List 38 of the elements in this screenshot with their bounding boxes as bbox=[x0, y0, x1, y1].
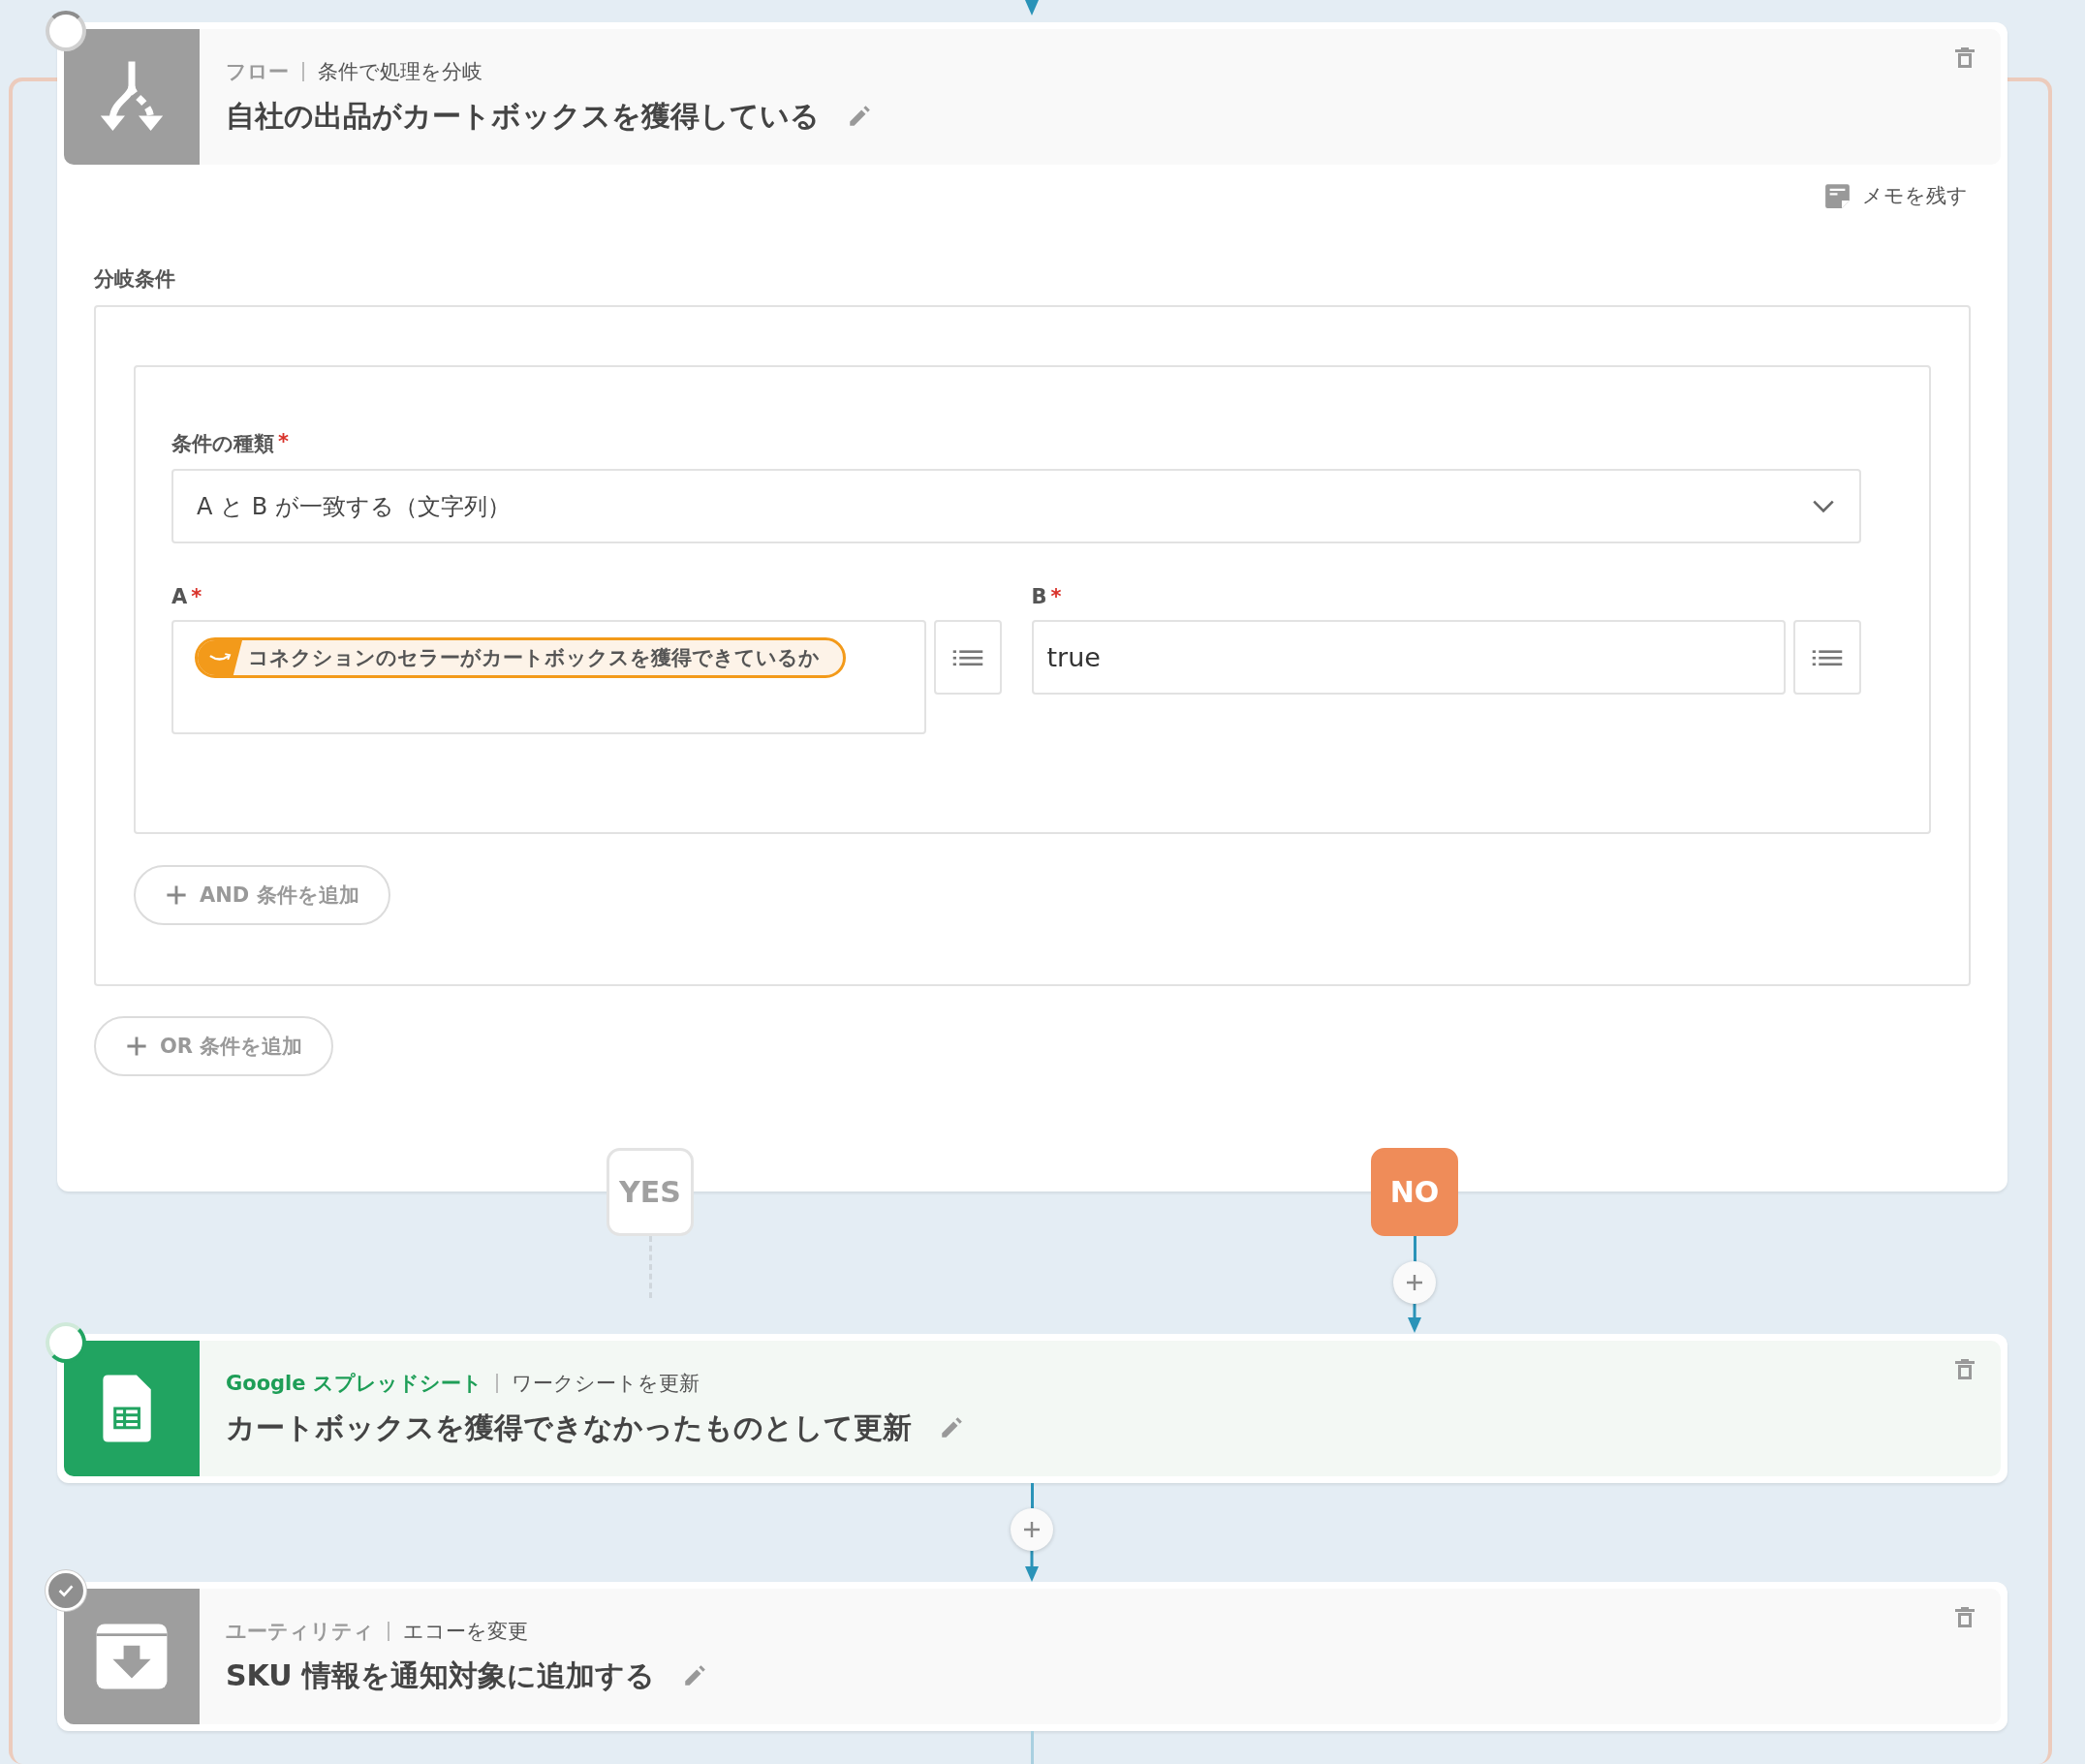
variable-token[interactable]: コネクションのセラーがカートボックスを獲得できているか bbox=[195, 637, 846, 678]
connector-arrow bbox=[1022, 0, 1042, 15]
value-field[interactable]: コネクションのセラーがカートボックスを獲得できているか bbox=[171, 620, 926, 734]
required-mark: * bbox=[1050, 585, 1062, 608]
step-title: カートボックスを獲得できなかったものとして更新 bbox=[226, 1408, 912, 1446]
step-title: SKU 情報を通知対象に追加する bbox=[226, 1656, 656, 1694]
value-field[interactable]: true bbox=[1031, 620, 1786, 695]
plus-icon bbox=[1405, 1273, 1424, 1292]
plus-icon bbox=[1022, 1520, 1042, 1539]
token-label: コネクションのセラーがカートボックスを獲得できているか bbox=[247, 645, 821, 671]
step-title: 自社の出品がカートボックスを獲得している bbox=[226, 97, 820, 135]
section-label: 分岐条件 bbox=[94, 266, 176, 293]
action-name: エコーを変更 bbox=[403, 1618, 528, 1645]
app-name: Google スプレッドシート bbox=[226, 1370, 482, 1397]
add-step-button[interactable] bbox=[1393, 1261, 1436, 1304]
trash-icon[interactable] bbox=[1954, 46, 1976, 71]
add-step-button[interactable] bbox=[1011, 1508, 1053, 1551]
note-icon bbox=[1824, 182, 1851, 209]
memo-link[interactable]: メモを残す bbox=[1824, 182, 1968, 209]
condition-type-select[interactable]: A と B が一致する（文字列） bbox=[171, 469, 1861, 543]
action-name: 条件で処理を分岐 bbox=[318, 58, 482, 85]
app-name: フロー bbox=[226, 58, 289, 85]
pencil-icon[interactable] bbox=[682, 1663, 708, 1688]
action-name: ワークシートを更新 bbox=[511, 1370, 700, 1397]
required-mark: * bbox=[278, 430, 289, 455]
app-name: ユーティリティ bbox=[226, 1618, 374, 1645]
plus-icon bbox=[165, 883, 188, 907]
trash-icon[interactable] bbox=[1954, 1357, 1976, 1382]
field-label: A bbox=[171, 585, 188, 608]
variable-list-button[interactable] bbox=[1793, 620, 1861, 695]
field-label: B bbox=[1031, 585, 1047, 608]
trash-icon[interactable] bbox=[1954, 1605, 1976, 1630]
required-mark: * bbox=[191, 585, 202, 608]
pencil-icon[interactable] bbox=[939, 1415, 964, 1440]
variable-list-button[interactable] bbox=[933, 620, 1002, 695]
plus-icon bbox=[125, 1035, 148, 1058]
pencil-icon[interactable] bbox=[847, 104, 872, 129]
field-label: 条件の種類 bbox=[171, 431, 274, 457]
